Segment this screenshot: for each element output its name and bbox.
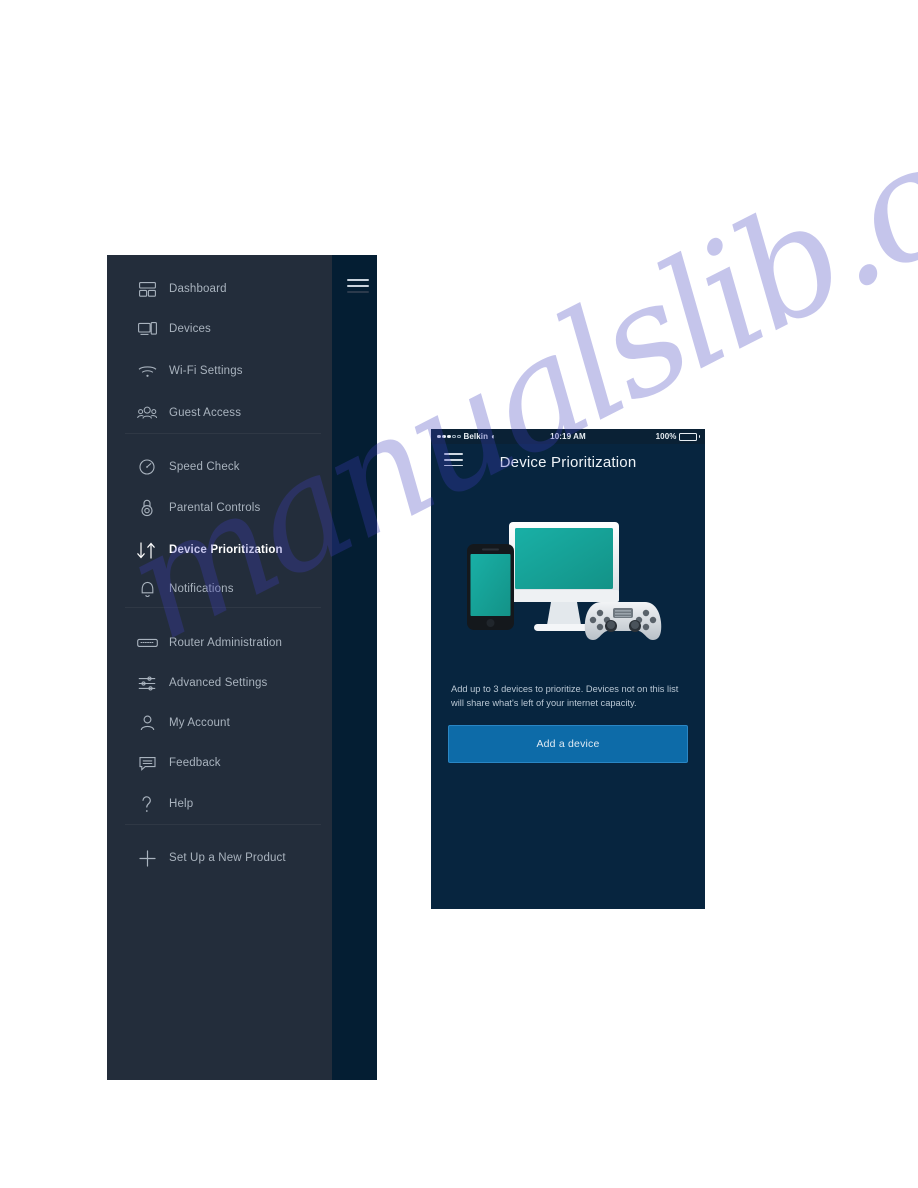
guest-access-icon [125, 400, 169, 426]
devices-illustration [431, 480, 705, 670]
sidebar-item-label: My Account [169, 717, 230, 729]
devices-icon [125, 316, 169, 342]
sidebar-item-parental-controls[interactable]: Parental Controls [107, 488, 332, 528]
sidebar-item-guest-access[interactable]: Guest Access [107, 393, 332, 433]
sidebar-item-set-up-a-new-product[interactable]: Set Up a New Product [107, 838, 332, 878]
page-title: Device Prioritization [499, 453, 637, 471]
plus-icon [125, 845, 169, 871]
sliders-icon [125, 670, 169, 696]
sidebar-item-devices[interactable]: Devices [107, 309, 332, 349]
battery-percent-label: 100% [655, 432, 677, 441]
page-root: manualslib.com Dashboard Devices Wi-Fi S… [0, 0, 918, 1188]
sidebar-hamburger-menu-icon[interactable] [347, 279, 369, 293]
sidebar-item-label: Dashboard [169, 283, 227, 295]
sidebar-item-router-administration[interactable]: Router Administration [107, 623, 332, 663]
router-icon [125, 630, 169, 656]
hamburger-menu-icon[interactable] [444, 453, 463, 470]
smartphone [467, 544, 514, 630]
sidebar-item-notifications[interactable]: Notifications [107, 569, 332, 609]
sidebar-item-label: Parental Controls [169, 502, 261, 514]
sidebar-item-feedback[interactable]: Feedback [107, 743, 332, 783]
bell-icon [125, 576, 169, 602]
wifi-icon [125, 358, 169, 384]
up-down-arrows-icon [125, 537, 169, 563]
sidebar-item-label: Devices [169, 323, 211, 335]
sidebar-group-divider-2 [125, 607, 321, 608]
person-icon [125, 710, 169, 736]
sidebar-item-label: Guest Access [169, 407, 242, 419]
add-device-button[interactable]: Add a device [448, 724, 688, 763]
sidebar-item-speed-check[interactable]: Speed Check [107, 447, 332, 487]
phone-status-bar: Belkin ◐ 10:19 AM 100% [431, 429, 705, 444]
sidebar-group-divider-1 [125, 433, 321, 434]
question-mark-icon [125, 791, 169, 817]
sidebar-dark-edge [332, 255, 377, 1080]
lock-icon [125, 495, 169, 521]
sidebar-item-label: Feedback [169, 757, 221, 769]
dashboard-icon [125, 276, 169, 302]
sidebar-item-my-account[interactable]: My Account [107, 703, 332, 743]
phone-app-header: Device Prioritization [431, 444, 705, 480]
sidebar-menu-panel: Dashboard Devices Wi-Fi Settings Guest A… [107, 255, 377, 1080]
sidebar-item-label: Set Up a New Product [169, 852, 286, 864]
sidebar-item-label: Notifications [169, 583, 234, 595]
chat-bubble-icon [125, 750, 169, 776]
sidebar-item-device-prioritization[interactable]: Device Prioritization [107, 530, 332, 570]
sidebar-item-label: Router Administration [169, 637, 283, 649]
sidebar-group-divider-3 [125, 824, 321, 825]
phone-mockup: Belkin ◐ 10:19 AM 100% Device Prioritiza… [431, 429, 705, 909]
speedometer-icon [125, 454, 169, 480]
sidebar-item-label: Help [169, 798, 194, 810]
battery-indicator: 100% [656, 432, 700, 441]
sidebar-items-container: Dashboard Devices Wi-Fi Settings Guest A… [107, 255, 332, 1080]
game-controller [584, 602, 662, 640]
sidebar-item-wi-fi-settings[interactable]: Wi-Fi Settings [107, 351, 332, 391]
sidebar-item-help[interactable]: Help [107, 784, 332, 824]
sidebar-item-dashboard[interactable]: Dashboard [107, 269, 332, 309]
sidebar-item-advanced-settings[interactable]: Advanced Settings [107, 663, 332, 703]
sidebar-item-label: Device Prioritization [169, 544, 283, 556]
sidebar-item-label: Advanced Settings [169, 677, 268, 689]
sidebar-item-label: Wi-Fi Settings [169, 365, 243, 377]
battery-full-icon [678, 432, 697, 441]
sidebar-item-label: Speed Check [169, 461, 240, 473]
description-text: Add up to 3 devices to prioritize. Devic… [451, 684, 679, 709]
